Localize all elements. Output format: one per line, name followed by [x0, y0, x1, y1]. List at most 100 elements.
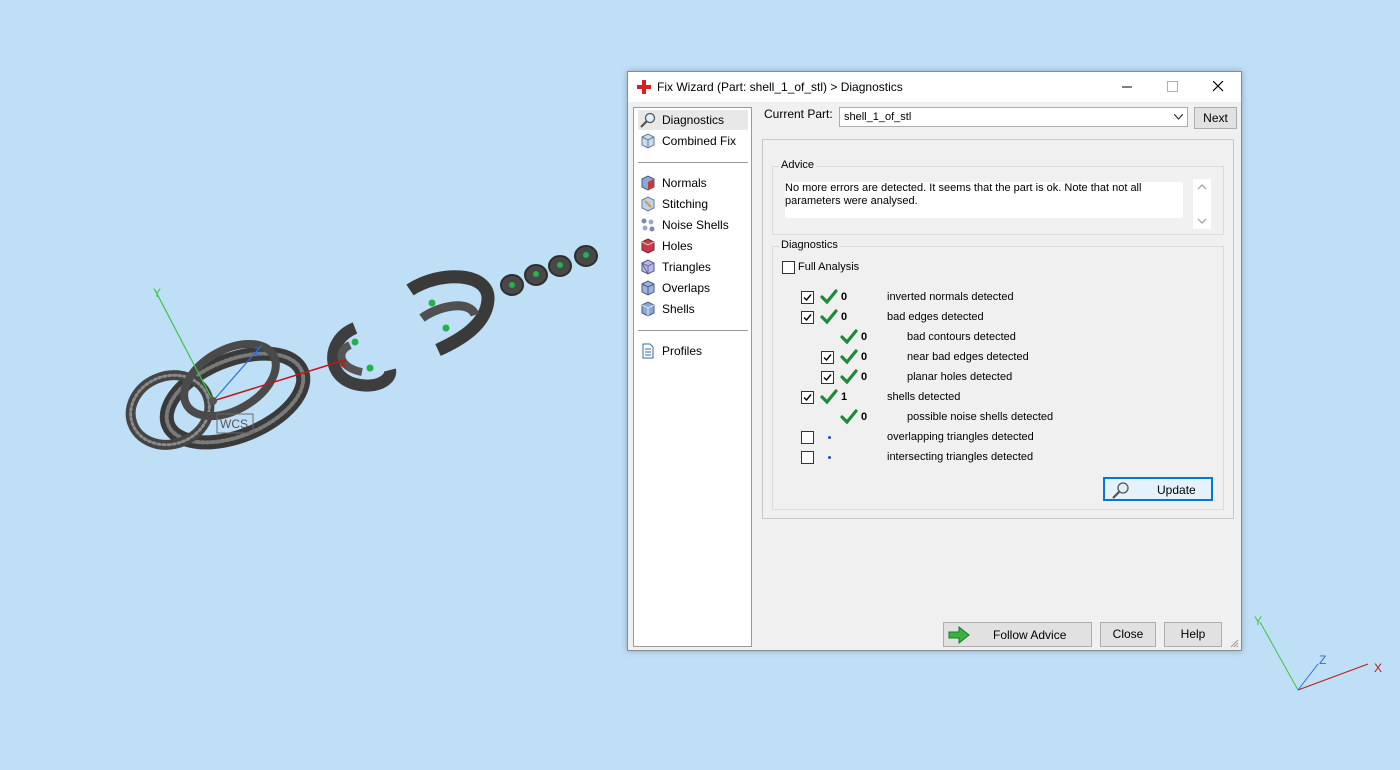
shells-count: 1 — [841, 391, 848, 403]
triad-z-label: Z — [1319, 653, 1326, 667]
checkmark-icon — [803, 394, 812, 402]
bad-contours-count: 0 — [861, 331, 868, 343]
nav-label: Holes — [662, 239, 693, 253]
nav-item-overlaps[interactable]: Overlaps — [638, 278, 748, 298]
shells-icon — [641, 301, 655, 317]
close-button[interactable]: Close — [1100, 622, 1156, 647]
nav-item-stitching[interactable]: Stitching — [638, 194, 748, 214]
current-part-select[interactable]: shell_1_of_stl — [839, 107, 1188, 127]
nav-label: Diagnostics — [662, 113, 725, 127]
overlaps-icon — [641, 280, 655, 296]
follow-advice-label: Follow Advice — [993, 628, 1067, 642]
nav-item-diagnostics[interactable]: Diagnostics — [638, 110, 748, 130]
full-analysis-checkbox[interactable] — [782, 261, 795, 274]
app-cross-icon — [637, 80, 651, 94]
maximize-button[interactable] — [1150, 72, 1195, 102]
resize-grip-icon[interactable] — [1229, 638, 1239, 648]
current-part-value: shell_1_of_stl — [844, 111, 912, 123]
help-button[interactable]: Help — [1164, 622, 1222, 647]
near-bad-edges-checkbox[interactable] — [821, 351, 834, 364]
nav-item-combined-fix[interactable]: Combined Fix — [638, 131, 748, 151]
fix-wizard-dialog: Fix Wizard (Part: shell_1_of_stl) > Diag… — [627, 71, 1242, 651]
orientation-triad — [1259, 621, 1369, 691]
holes-icon — [641, 238, 655, 254]
triad-y-label: Y — [1254, 614, 1262, 628]
nav-label: Shells — [662, 302, 695, 316]
scroll-arrows-icon — [1197, 184, 1207, 224]
close-icon — [1213, 81, 1224, 92]
noise-shells-count: 0 — [861, 411, 868, 423]
update-label: Update — [1157, 483, 1196, 497]
model-axis-x-label: X — [339, 359, 347, 371]
shells-label: shells detected — [887, 391, 961, 403]
nav-label: Profiles — [662, 344, 703, 358]
nav-separator — [638, 330, 748, 331]
update-button[interactable]: Update — [1103, 477, 1213, 501]
model-clip-part[interactable] — [327, 322, 397, 392]
shells-checkbox[interactable] — [801, 391, 814, 404]
combined-fix-icon — [641, 133, 655, 149]
planar-holes-count: 0 — [861, 371, 868, 383]
pending-dot-icon — [828, 436, 831, 439]
nav-item-holes[interactable]: Holes — [638, 236, 748, 256]
bad-edges-label: bad edges detected — [887, 311, 984, 323]
next-button[interactable]: Next — [1194, 107, 1237, 129]
inverted-normals-count: 0 — [841, 291, 848, 303]
nav-separator — [638, 162, 748, 163]
nav-item-noise-shells[interactable]: Noise Shells — [638, 215, 748, 235]
advice-group: Advice No more errors are detected. It s… — [772, 159, 1224, 235]
noise-shells-label: possible noise shells detected — [907, 411, 1054, 423]
ok-check-icon — [820, 289, 838, 305]
minimize-button[interactable] — [1105, 72, 1150, 102]
checkmark-icon — [803, 314, 812, 322]
dialog-title: Fix Wizard (Part: shell_1_of_stl) > Diag… — [657, 80, 903, 94]
current-part-label: Current Part: — [764, 107, 833, 121]
overlapping-triangles-checkbox[interactable] — [801, 431, 814, 444]
triangles-icon — [641, 259, 655, 275]
nav-label: Stitching — [662, 197, 709, 211]
bad-contours-label: bad contours detected — [907, 331, 1016, 343]
advice-title: Advice — [779, 159, 817, 171]
nav-label: Combined Fix — [662, 134, 737, 148]
nav-item-profiles[interactable]: Profiles — [638, 341, 748, 361]
ok-check-icon — [840, 329, 858, 345]
nav-label: Triangles — [662, 260, 711, 274]
chevron-down-icon — [1174, 114, 1183, 120]
nav-item-triangles[interactable]: Triangles — [638, 257, 748, 277]
magnifier-icon — [1112, 482, 1129, 499]
inverted-normals-checkbox[interactable] — [801, 291, 814, 304]
overlapping-triangles-label: overlapping triangles detected — [887, 431, 1034, 443]
model-axis-y-label: Y — [153, 286, 161, 300]
planar-holes-label: planar holes detected — [907, 371, 1013, 383]
dialog-titlebar[interactable]: Fix Wizard (Part: shell_1_of_stl) > Diag… — [628, 72, 1241, 102]
checkmark-icon — [823, 354, 832, 362]
close-window-button[interactable] — [1196, 72, 1241, 102]
nav-label: Overlaps — [662, 281, 711, 295]
bad-edges-count: 0 — [841, 311, 848, 323]
checkmark-icon — [803, 294, 812, 302]
ok-check-icon — [840, 369, 858, 385]
intersecting-triangles-checkbox[interactable] — [801, 451, 814, 464]
full-analysis-label: Full Analysis — [798, 261, 860, 273]
ok-check-icon — [820, 309, 838, 325]
near-bad-edges-label: near bad edges detected — [907, 351, 1029, 363]
magnifier-icon — [640, 112, 656, 128]
maximize-icon — [1167, 81, 1178, 92]
ok-check-icon — [840, 409, 858, 425]
triad-x-label: X — [1374, 661, 1382, 675]
intersecting-triangles-label: intersecting triangles detected — [887, 451, 1034, 463]
diagnostics-title: Diagnostics — [779, 239, 840, 251]
wizard-nav: Diagnostics Combined Fix Normals Stitchi… — [633, 107, 752, 647]
planar-holes-checkbox[interactable] — [821, 371, 834, 384]
bad-edges-checkbox[interactable] — [801, 311, 814, 324]
ok-check-icon — [840, 349, 858, 365]
advice-scrollbar[interactable] — [1193, 179, 1211, 229]
model-hook-part[interactable] — [406, 270, 495, 356]
nav-item-shells[interactable]: Shells — [638, 299, 748, 319]
model-bead-parts[interactable] — [500, 245, 598, 296]
inverted-normals-label: inverted normals detected — [887, 291, 1014, 303]
follow-advice-button[interactable]: Follow Advice — [943, 622, 1092, 647]
normals-icon — [641, 175, 655, 191]
nav-item-normals[interactable]: Normals — [638, 173, 748, 193]
minimize-icon — [1122, 86, 1132, 88]
